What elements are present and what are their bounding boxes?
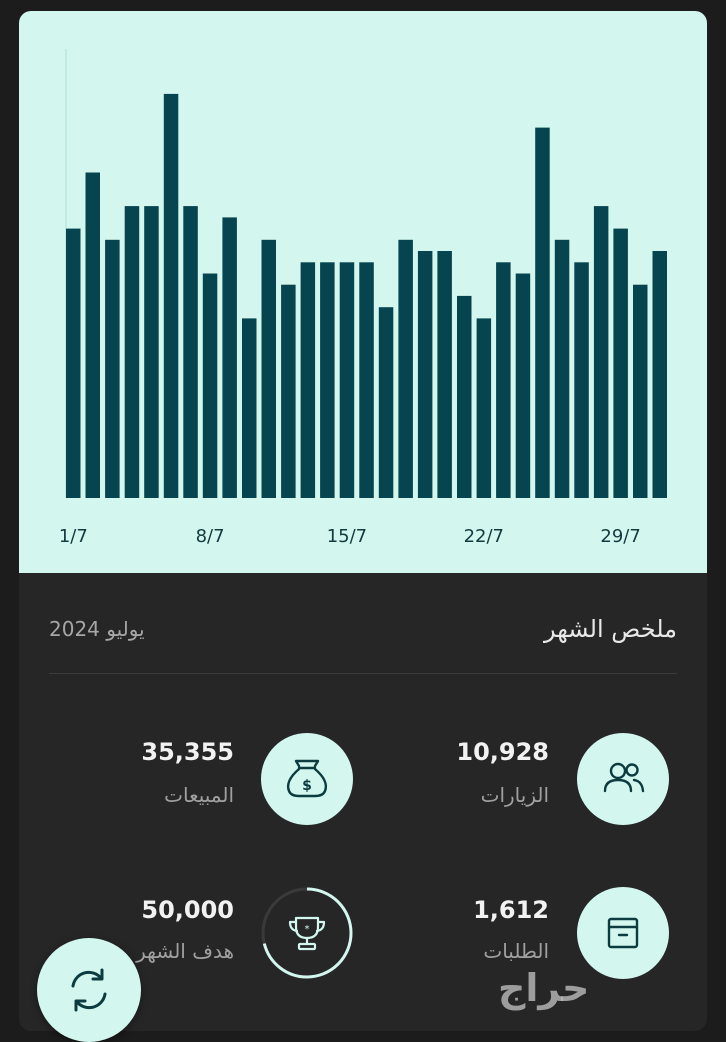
x-tick-label: 22/7 [464,526,504,547]
chart-bar [183,206,198,498]
chart-bar [496,262,511,498]
x-tick-label: 15/7 [327,526,367,547]
users-icon [603,762,645,793]
chart-bar [476,318,492,498]
money-bag-icon: $ [286,759,328,798]
orders-icon-circle [577,887,669,979]
chart-bar [85,172,100,498]
x-tick-label: 8/7 [196,526,225,547]
divider [49,673,677,674]
goal-label: هدف الشهر [136,939,234,963]
chart-bar [359,262,374,498]
chart-bar [222,217,237,498]
visits-label: الزيارات [480,783,549,807]
chart-bar [202,273,218,498]
chart-bar [163,93,179,499]
watermark: حراج [498,966,590,1010]
summary-header: ملخص الشهر يوليو 2024 [19,573,707,673]
orders-value: 1,612 [473,896,549,924]
orders-label: الطلبات [483,939,549,963]
summary-title: ملخص الشهر [543,615,677,643]
sales-icon-circle: $ [261,733,353,825]
svg-text:*: * [305,924,310,935]
chart-bar [261,239,276,499]
daily-chart: 1/7 8/7 15/7 22/7 29/7 [19,11,707,573]
x-tick-label: 1/7 [59,526,88,547]
chart-bar [574,262,589,498]
bar-chart: 1/7 8/7 15/7 22/7 29/7 [59,49,667,547]
chart-bar [281,284,296,498]
chart-bar [515,273,531,498]
chart-bar [105,239,120,499]
chart-bar [124,206,140,498]
sales-label: المبيعات [164,783,234,807]
summary-month: يوليو 2024 [49,617,145,641]
chart-bar [378,307,394,498]
chart-bar [339,262,355,498]
chart-bar [66,228,81,498]
refresh-button[interactable] [37,938,141,1042]
chart-bar [457,295,472,498]
chart-bar [300,262,316,498]
goal-progress-ring: * [261,887,353,979]
chart-bar [554,239,570,499]
sales-value: 35,355 [141,738,234,766]
chart-bar [535,127,550,498]
visits-icon-circle [577,733,669,825]
goal-value: 50,000 [141,896,234,924]
x-tick-label: 29/7 [600,526,640,547]
chart-bar [652,251,667,498]
box-icon [607,917,639,949]
monthly-summary-card: 1/7 8/7 15/7 22/7 29/7 ملخص الشهر يوليو 2024… [19,11,707,1031]
chart-bar [613,228,628,498]
visits-value: 10,928 [456,738,549,766]
refresh-icon [71,968,107,1012]
chart-bar [593,206,609,498]
chart-bar [417,251,433,498]
chart-bar [320,262,335,498]
chart-bar [144,206,159,498]
chart-bar [242,318,257,498]
chart-bar [633,284,648,498]
chart-bar [437,251,452,498]
chart-bar [398,239,413,499]
svg-text:$: $ [302,778,312,794]
